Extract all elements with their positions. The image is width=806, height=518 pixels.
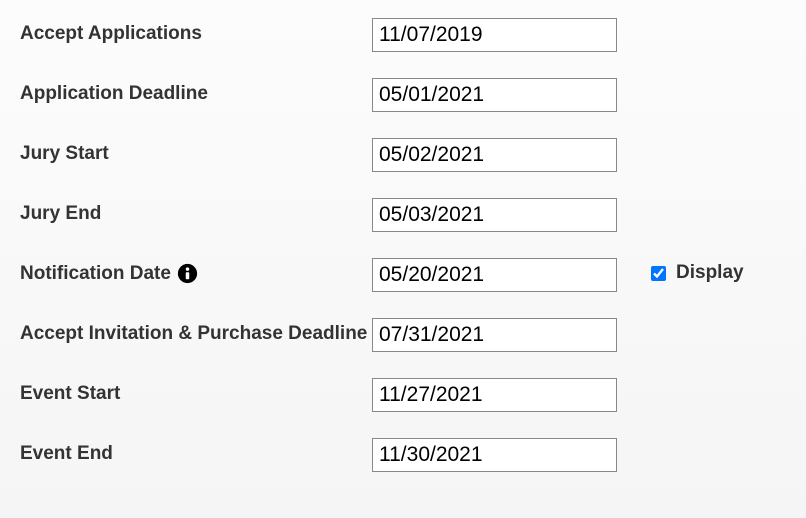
label-notification-date: Notification Date [20, 258, 372, 287]
label-accept-invitation: Accept Invitation & Purchase Deadline [20, 318, 372, 347]
label-jury-end: Jury End [20, 198, 372, 227]
label-jury-start: Jury Start [20, 138, 372, 167]
label-accept-applications: Accept Applications [20, 18, 372, 47]
display-checkbox-label: Display [676, 262, 744, 284]
input-cell [372, 198, 617, 232]
accept-invitation-input[interactable] [372, 318, 617, 352]
info-icon[interactable] [177, 263, 198, 284]
input-cell [372, 78, 617, 112]
row-event-end: Event End [20, 438, 786, 472]
label-event-start: Event Start [20, 378, 372, 407]
row-accept-invitation: Accept Invitation & Purchase Deadline [20, 318, 786, 352]
notification-date-input[interactable] [372, 258, 617, 292]
row-event-start: Event Start [20, 378, 786, 412]
row-notification-date: Notification Date Display [20, 258, 786, 292]
row-accept-applications: Accept Applications [20, 18, 786, 52]
input-cell [372, 138, 617, 172]
input-cell [372, 378, 617, 412]
row-jury-start: Jury Start [20, 138, 786, 172]
event-end-input[interactable] [372, 438, 617, 472]
input-cell [372, 258, 617, 292]
display-checkbox[interactable] [651, 266, 666, 281]
input-cell [372, 318, 617, 352]
event-start-input[interactable] [372, 378, 617, 412]
display-option: Display [617, 258, 744, 284]
jury-end-input[interactable] [372, 198, 617, 232]
application-deadline-input[interactable] [372, 78, 617, 112]
input-cell [372, 18, 617, 52]
accept-applications-input[interactable] [372, 18, 617, 52]
row-application-deadline: Application Deadline [20, 78, 786, 112]
label-event-end: Event End [20, 438, 372, 467]
jury-start-input[interactable] [372, 138, 617, 172]
label-application-deadline: Application Deadline [20, 78, 372, 107]
row-jury-end: Jury End [20, 198, 786, 232]
label-notification-date-text: Notification Date [20, 261, 171, 287]
input-cell [372, 438, 617, 472]
